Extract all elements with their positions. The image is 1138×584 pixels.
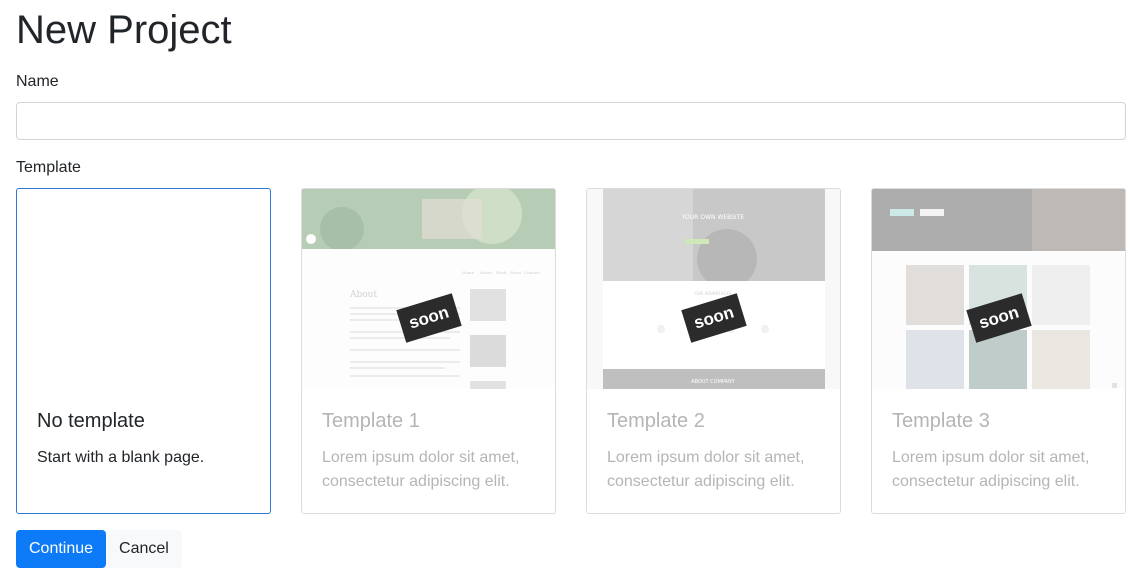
template-description: Lorem ipsum dolor sit amet, consectetur … (892, 449, 1090, 490)
template-card-1[interactable]: Home About Work News Contact About soon … (301, 188, 556, 514)
template-title: Template 2 (607, 410, 705, 432)
template-title: No template (37, 410, 145, 432)
continue-button[interactable]: Continue (16, 530, 107, 568)
page-title: New Project (16, 8, 232, 52)
template-title: Template 3 (892, 410, 990, 432)
template-3-preview: soon (872, 189, 1125, 389)
name-input[interactable] (16, 102, 1126, 140)
template-title: Template 1 (322, 410, 420, 432)
name-label: Name (16, 73, 59, 90)
template-description: Lorem ipsum dolor sit amet, consectetur … (607, 449, 805, 490)
form-actions: Continue Cancel (16, 530, 182, 568)
template-card-blank[interactable]: No template Start with a blank page. (16, 188, 271, 514)
template-list: No template Start with a blank page. Hom… (16, 188, 1126, 514)
template-description: Lorem ipsum dolor sit amet, consectetur … (322, 449, 520, 490)
template-1-preview: Home About Work News Contact About soon (302, 189, 555, 389)
template-card-3[interactable]: soon Template 3 Lorem ipsum dolor sit am… (871, 188, 1126, 514)
template-description: Start with a blank page. (37, 449, 205, 466)
template-label: Template (16, 159, 81, 176)
template-2-preview: YOUR OWN WEBSITE OUR ADVANTAGES ABOUT CO… (587, 189, 840, 389)
cancel-button[interactable]: Cancel (106, 530, 182, 568)
template-card-2[interactable]: YOUR OWN WEBSITE OUR ADVANTAGES ABOUT CO… (586, 188, 841, 514)
